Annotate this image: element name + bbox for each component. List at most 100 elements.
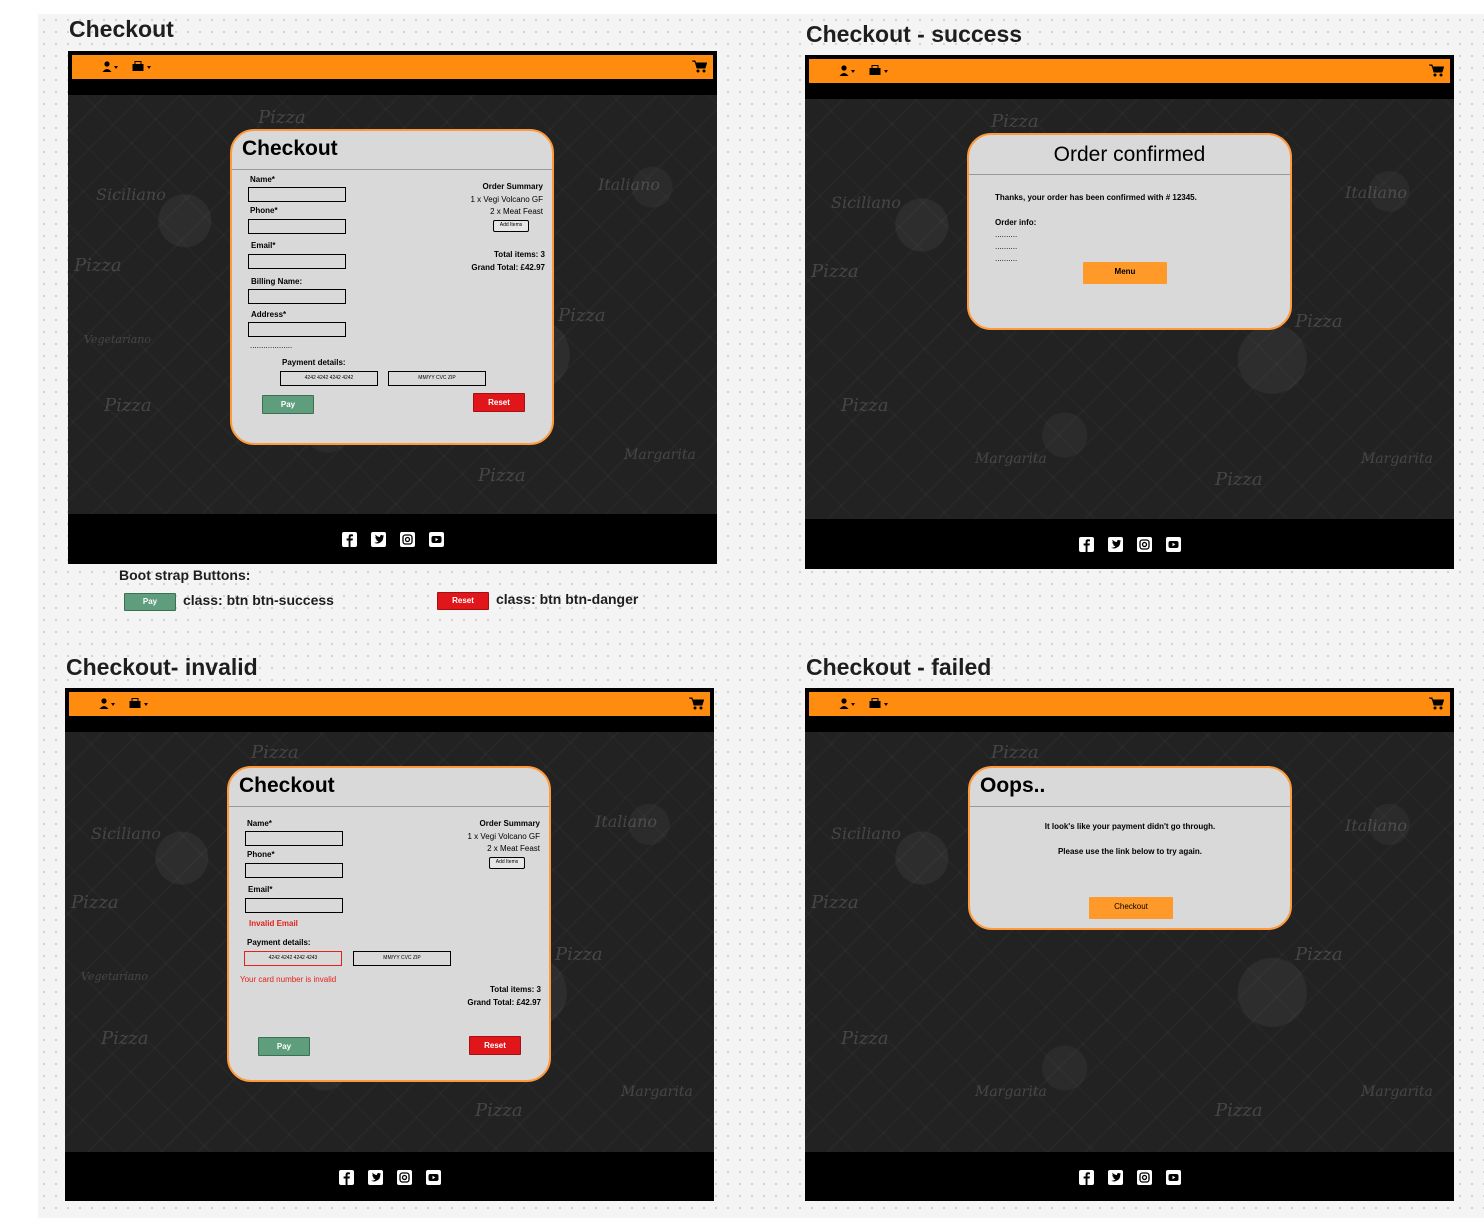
navbar	[809, 692, 1450, 716]
pizza-box-icon[interactable]	[869, 698, 889, 710]
card-number-input[interactable]: 4242 4242 4242 4243	[244, 951, 342, 966]
billing-name-label: Billing Name:	[251, 277, 303, 286]
pizza-box-icon[interactable]	[869, 65, 889, 77]
facebook-icon[interactable]	[1078, 537, 1094, 552]
decor-text: Pizza	[841, 395, 889, 416]
checkout-button[interactable]: Checkout	[1089, 897, 1173, 919]
decor-text: Siciliano	[831, 193, 901, 212]
email-label: Email*	[251, 241, 276, 250]
twitter-icon[interactable]	[1107, 537, 1123, 552]
order-item: 2 x Meat Feast	[487, 844, 540, 853]
twitter-icon[interactable]	[370, 532, 386, 547]
menu-button[interactable]: Menu	[1083, 262, 1167, 284]
divider	[970, 806, 1290, 807]
decor-text: Pizza	[101, 1028, 149, 1049]
payment-failed-card: Oops.. It look's like your payment didn'…	[968, 766, 1292, 930]
confirmation-message: Thanks, your order has been confirmed wi…	[995, 193, 1197, 202]
decor-text: Pizza	[991, 742, 1039, 763]
order-item: 1 x Vegi Volcano GF	[467, 831, 541, 841]
legend-heading: Boot strap Buttons:	[119, 567, 251, 583]
instagram-icon[interactable]	[1136, 537, 1152, 552]
instagram-icon[interactable]	[1136, 1170, 1152, 1185]
pizza-box-icon[interactable]	[129, 698, 149, 710]
user-icon[interactable]	[839, 65, 855, 77]
billing-name-field[interactable]	[248, 289, 346, 304]
legend-success-class: class: btn btn-success	[183, 592, 334, 608]
cart-icon[interactable]	[1429, 64, 1444, 77]
decor-text: Margarita	[975, 451, 1047, 467]
card-title: Checkout	[239, 774, 335, 797]
order-item: 2 x Meat Feast	[490, 207, 543, 216]
facebook-icon[interactable]	[338, 1170, 354, 1185]
social-icons	[805, 1170, 1454, 1185]
card-expiry-cvc-zip-input[interactable]: MM/YY CVC ZIP	[353, 951, 451, 966]
cart-icon[interactable]	[689, 697, 704, 710]
order-info-line: ..........	[995, 254, 1018, 263]
reset-button[interactable]: Reset	[473, 393, 525, 412]
checkout-card: Checkout Name* Phone* Email* Billing Nam…	[230, 129, 554, 445]
decor-text: Pizza	[258, 107, 306, 128]
email-label: Email*	[248, 885, 273, 894]
name-field[interactable]	[245, 831, 343, 846]
decor-text: Italiano	[1345, 816, 1407, 835]
failure-message: It look's like your payment didn't go th…	[1044, 822, 1216, 831]
youtube-icon[interactable]	[428, 532, 444, 547]
card-title: Order confirmed	[1053, 143, 1206, 166]
youtube-icon[interactable]	[425, 1170, 441, 1185]
twitter-icon[interactable]	[367, 1170, 383, 1185]
user-icon[interactable]	[839, 698, 855, 710]
cart-icon[interactable]	[692, 60, 707, 73]
legend-success-button: Pay	[124, 593, 176, 611]
order-info-label: Order info:	[995, 218, 1037, 227]
name-label: Name*	[250, 175, 275, 184]
decor-text: Italiano	[595, 812, 657, 831]
decor-text: Margarita	[624, 447, 696, 463]
add-items-button[interactable]: Add Items	[493, 220, 529, 232]
decor-text: Pizza	[558, 305, 606, 326]
social-icons	[65, 1170, 714, 1185]
decor-text: Pizza	[811, 892, 859, 913]
instagram-icon[interactable]	[399, 532, 415, 547]
add-items-button[interactable]: Add Items	[489, 857, 525, 869]
pay-button[interactable]: Pay	[262, 395, 314, 414]
phone-field[interactable]	[245, 863, 343, 878]
pay-button[interactable]: Pay	[258, 1037, 310, 1056]
user-icon[interactable]	[99, 698, 115, 710]
card-expiry-cvc-zip-input[interactable]: MM/YY CVC ZIP	[388, 371, 486, 386]
youtube-icon[interactable]	[1165, 537, 1181, 552]
grand-total: Grand Total: £42.97	[467, 997, 541, 1007]
decor-text: Margarita	[621, 1084, 693, 1100]
user-icon[interactable]	[102, 61, 118, 73]
youtube-icon[interactable]	[1165, 1170, 1181, 1185]
frame-title-invalid: Checkout- invalid	[66, 654, 258, 680]
pizza-box-icon[interactable]	[132, 61, 152, 73]
address-field[interactable]	[248, 322, 346, 337]
reset-button[interactable]: Reset	[469, 1036, 521, 1055]
card-number-input[interactable]: 4242 4242 4242 4242	[280, 371, 378, 386]
navbar	[69, 692, 710, 716]
decor-text: Pizza	[475, 1100, 523, 1121]
facebook-icon[interactable]	[1078, 1170, 1094, 1185]
decor-text: Siciliano	[96, 185, 166, 204]
order-info-line: ..........	[995, 242, 1018, 251]
facebook-icon[interactable]	[341, 532, 357, 547]
cart-icon[interactable]	[1429, 697, 1444, 710]
phone-field[interactable]	[248, 219, 346, 234]
email-field[interactable]	[245, 898, 343, 913]
order-summary-title: Order Summary	[479, 819, 540, 828]
navbar	[72, 55, 713, 79]
twitter-icon[interactable]	[1107, 1170, 1123, 1185]
decor-text: Pizza	[991, 111, 1039, 132]
name-field[interactable]	[248, 187, 346, 202]
decor-text: Pizza	[74, 255, 122, 276]
decor-text: Siciliano	[831, 824, 901, 843]
total-items: Total items: 3	[494, 250, 545, 259]
instagram-icon[interactable]	[396, 1170, 412, 1185]
phone-label: Phone*	[247, 850, 275, 859]
total-items: Total items: 3	[490, 985, 541, 994]
order-item: 1 x Vegi Volcano GF	[470, 194, 544, 204]
decor-text: Margarita	[1361, 451, 1433, 467]
order-summary: Order Summary 1 x Vegi Volcano GF 2 x Me…	[468, 818, 541, 856]
order-totals: Total items: 3 Grand Total: £42.97	[471, 249, 545, 274]
email-field[interactable]	[248, 254, 346, 269]
